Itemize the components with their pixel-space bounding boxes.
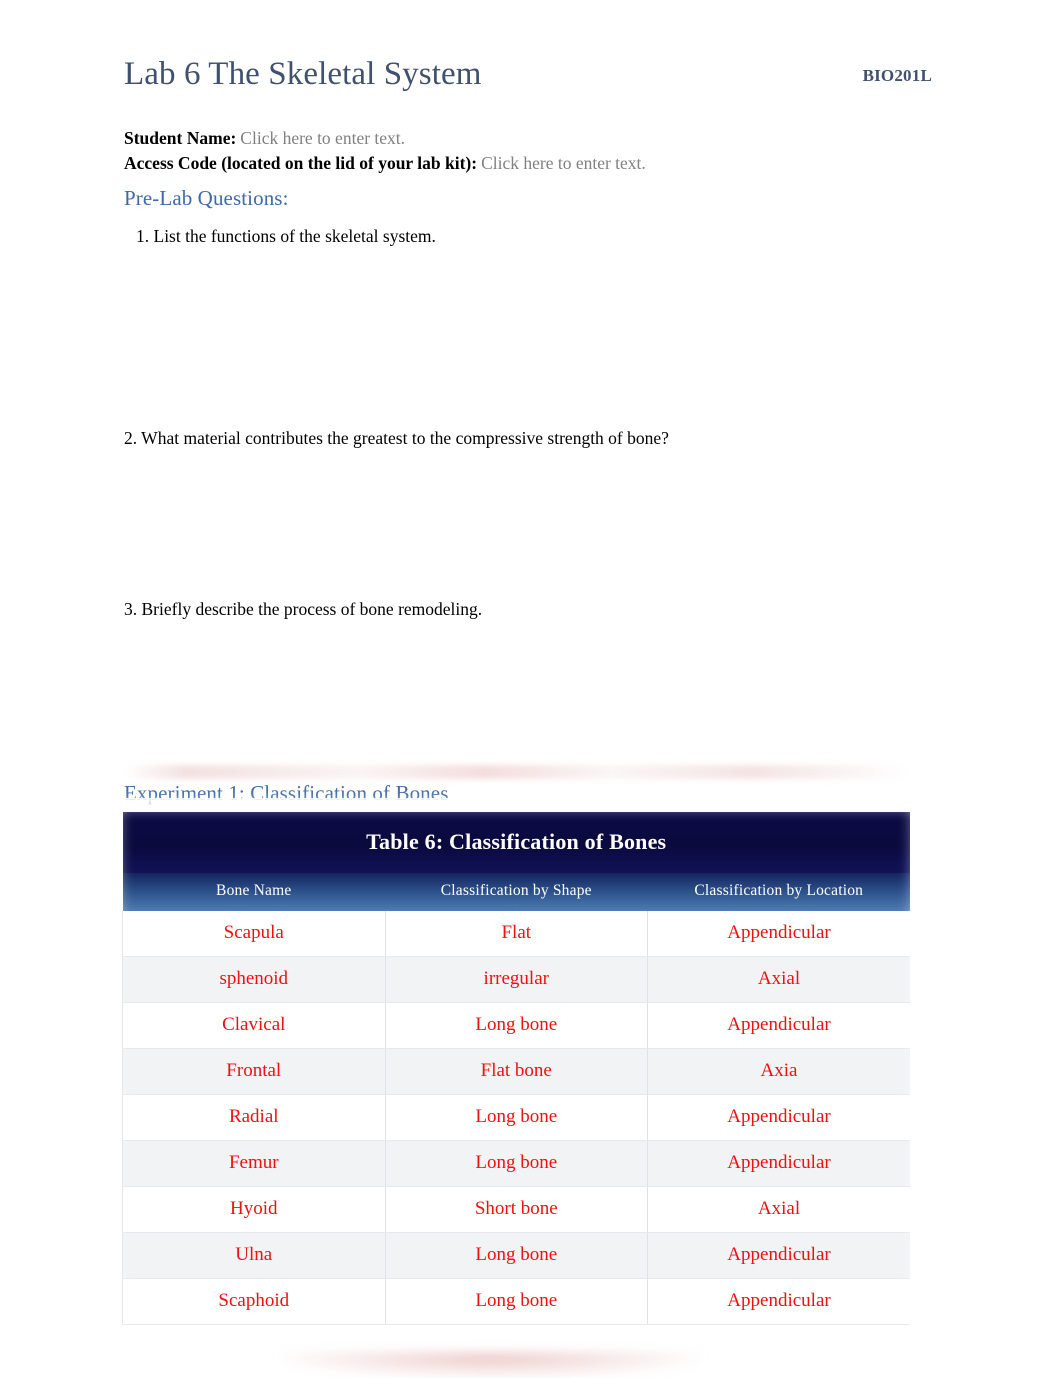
table-row: Femur Long bone Appendicular [122,1140,910,1187]
table-row: Ulna Long bone Appendicular [122,1232,910,1279]
table-cell[interactable]: Axial [647,956,910,1003]
table-cell[interactable]: Clavical [122,1002,386,1049]
document-page: Lab 6 The Skeletal System BIO201L Studen… [0,0,1062,1378]
table-cell[interactable]: Axial [647,1186,910,1233]
classification-table-container: Table 6: Classification of Bones Bone Na… [122,812,910,1325]
table-cell[interactable]: Long bone [385,1278,648,1325]
column-header-classification-location: Classification by Location [647,873,910,911]
table-cell[interactable]: Long bone [385,1232,648,1279]
table-row: Scaphoid Long bone Appendicular [122,1278,910,1325]
table-cell[interactable]: Hyoid [122,1186,386,1233]
prelab-question-2: 2. What material contributes the greates… [124,428,669,448]
page-bleed-artifact-bottom [280,1352,700,1378]
prelab-question-3: 3. Briefly describe the process of bone … [124,599,483,619]
column-header-bone-name: Bone Name [122,873,385,911]
table-cell[interactable]: Flat [385,911,648,957]
table-cell[interactable]: Appendicular [647,1278,910,1325]
table-cell[interactable]: Long bone [385,1094,648,1141]
prelab-heading: Pre-Lab Questions: [124,186,289,210]
table-cell[interactable]: Appendicular [647,1140,910,1187]
table-head: Table 6: Classification of Bones Bone Na… [122,812,910,911]
table-cell[interactable]: Appendicular [647,1002,910,1049]
table-row: sphenoid irregular Axial [122,956,910,1003]
table-row: Frontal Flat bone Axia [122,1048,910,1095]
table-title-row: Table 6: Classification of Bones [122,812,910,873]
table-cell[interactable]: irregular [385,956,648,1003]
table-cell[interactable]: Long bone [385,1140,648,1187]
table-cell[interactable]: Ulna [122,1232,386,1279]
table-row: Clavical Long bone Appendicular [122,1002,910,1049]
student-name-label: Student Name: [124,128,237,148]
table-cell[interactable]: Appendicular [647,1232,910,1279]
page-bleed-artifact-top [124,765,910,779]
table-row: Hyoid Short bone Axial [122,1186,910,1233]
table-cell[interactable]: Appendicular [647,1094,910,1141]
access-code-input[interactable]: Click here to enter text. [477,153,646,173]
access-code-line: Access Code (located on the lid of your … [124,151,944,176]
table-cell[interactable]: Appendicular [647,911,910,957]
table-cell[interactable]: Femur [122,1140,386,1187]
table-cell[interactable]: Long bone [385,1002,648,1049]
student-name-input[interactable]: Click here to enter text. [236,128,405,148]
table-row: Radial Long bone Appendicular [122,1094,910,1141]
page-title: Lab 6 The Skeletal System [124,56,482,92]
access-code-label: Access Code (located on the lid of your … [124,153,478,173]
classification-table: Table 6: Classification of Bones Bone Na… [122,812,910,1325]
experiment-heading: Experiment 1: Classification of Bones [124,781,449,805]
table-cell[interactable]: Scapula [122,911,386,957]
identity-block: Student Name: Click here to enter text. A… [124,126,944,176]
student-name-line: Student Name: Click here to enter text. [124,126,944,151]
prelab-question-1: 1. List the functions of the skeletal sy… [136,226,436,246]
table-title: Table 6: Classification of Bones [122,812,910,873]
table-cell[interactable]: Radial [122,1094,386,1141]
table-cell[interactable]: Axia [647,1048,910,1095]
course-code: BIO201L [862,66,932,86]
document-header: Lab 6 The Skeletal System BIO201L [124,56,932,92]
table-row: Scapula Flat Appendicular [122,911,910,957]
table-cell[interactable]: sphenoid [122,956,386,1003]
table-cell[interactable]: Frontal [122,1048,386,1095]
table-cell[interactable]: Scaphoid [122,1278,386,1325]
table-body: Scapula Flat Appendicular sphenoid irregular… [122,911,910,1325]
table-cell[interactable]: Short bone [385,1186,648,1233]
table-column-header-row: Bone Name Classification by Shape Classi… [122,873,910,911]
column-header-classification-shape: Classification by Shape [385,873,648,911]
table-cell[interactable]: Flat bone [385,1048,648,1095]
